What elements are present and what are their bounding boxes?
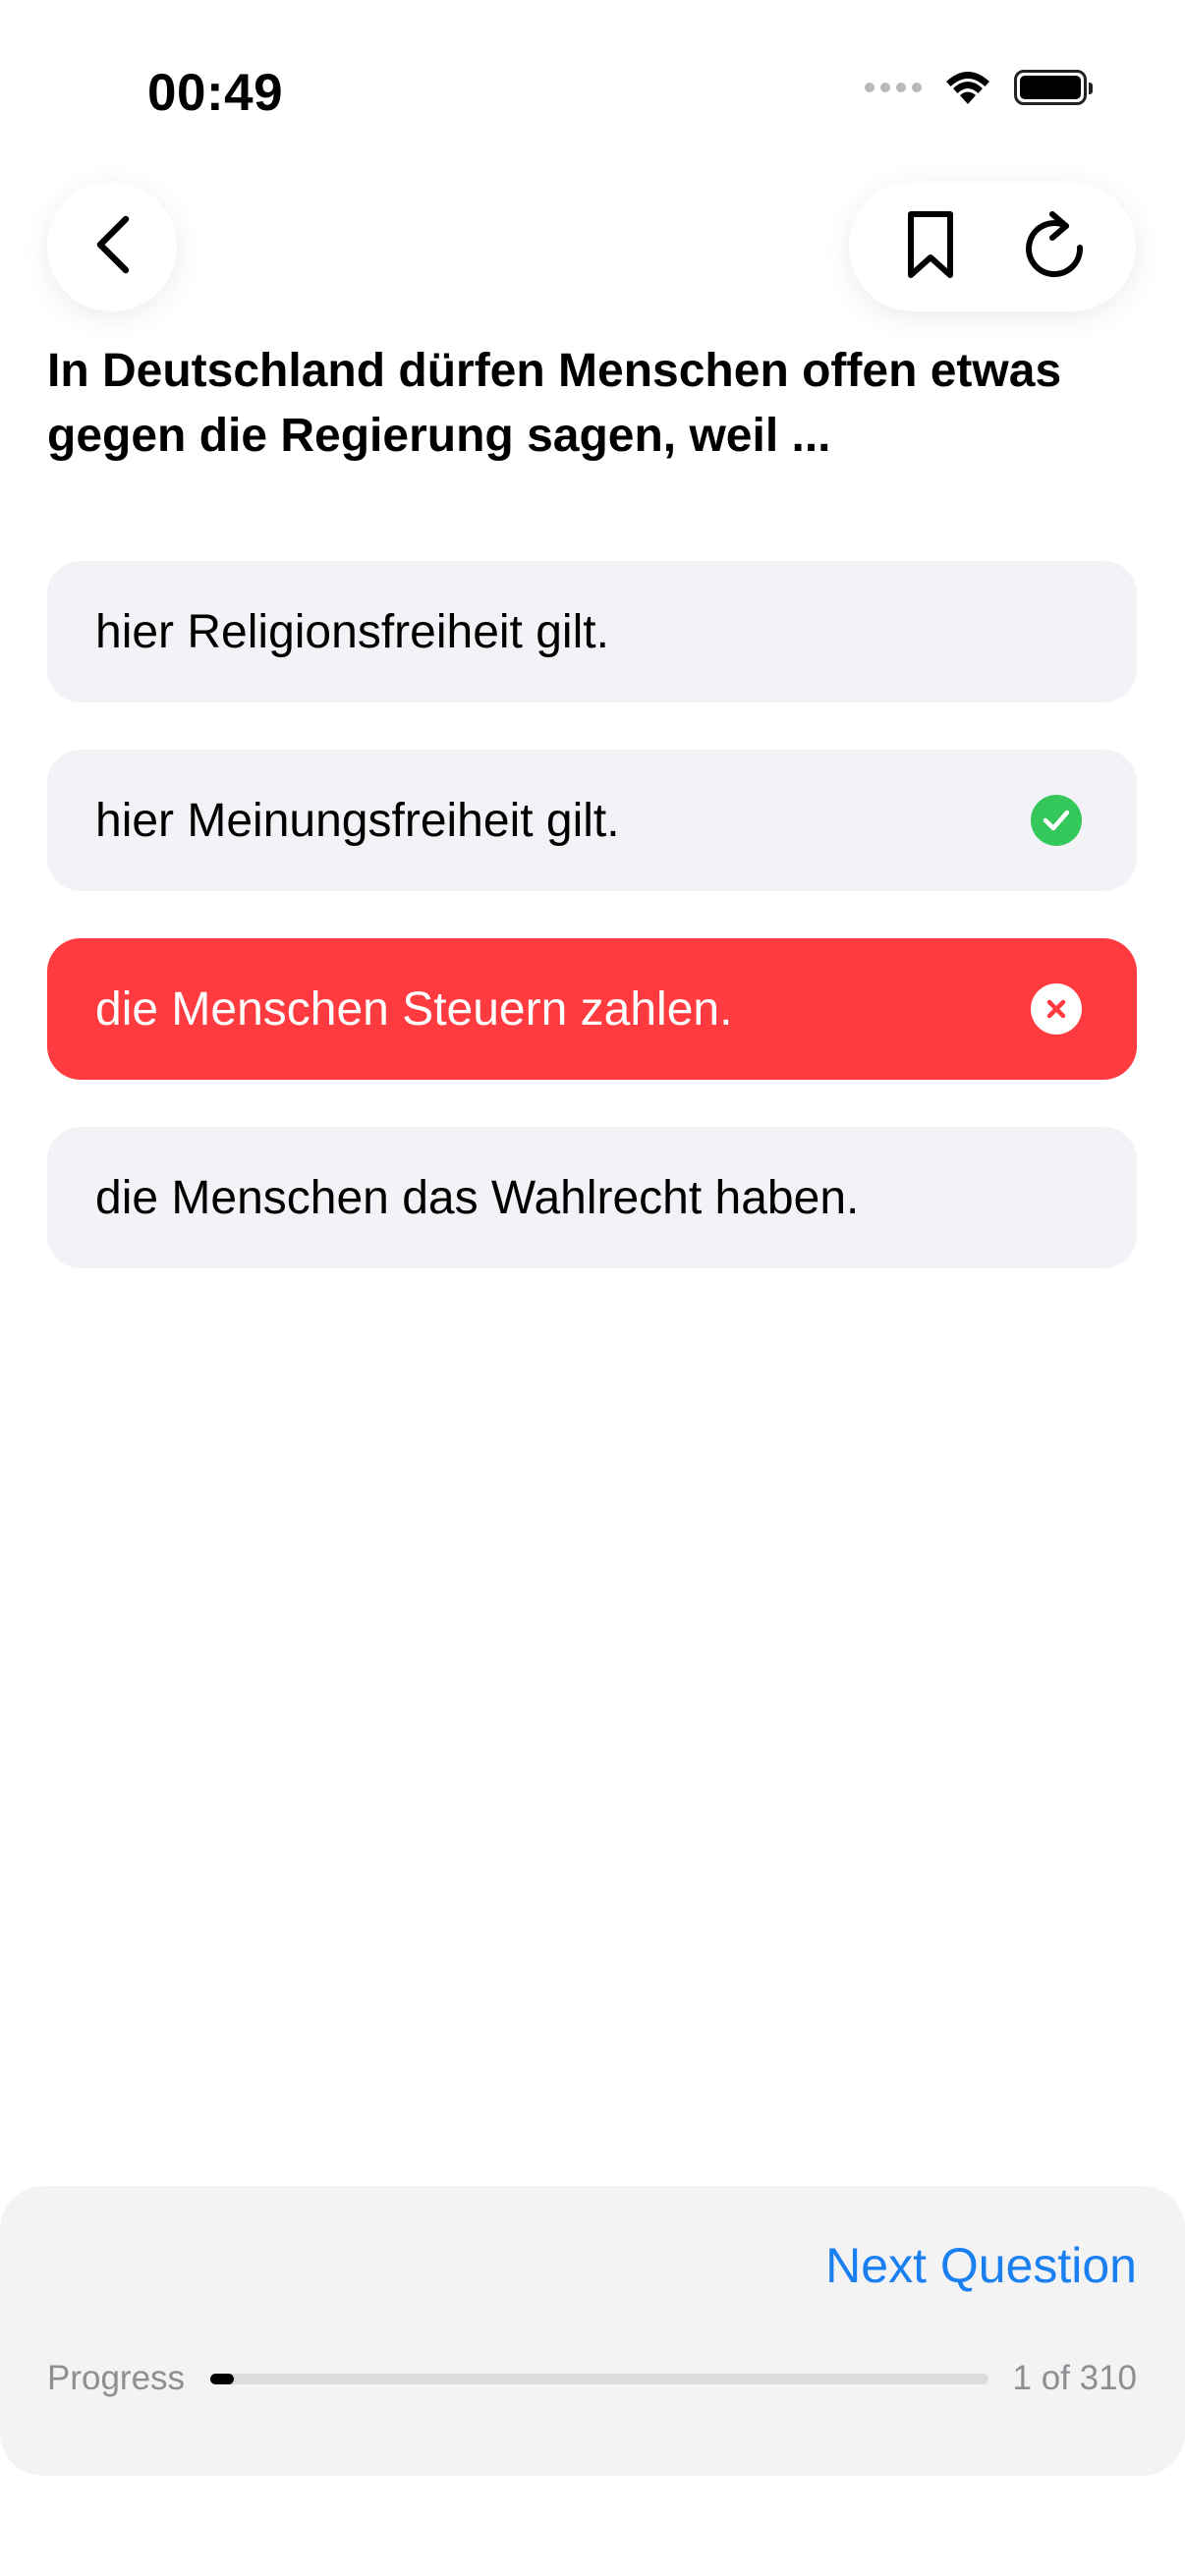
bookmark-button[interactable]: [876, 193, 985, 301]
wifi-icon: [943, 69, 992, 106]
progress-row: Progress 1 of 310: [47, 2359, 1137, 2398]
answer-option-1[interactable]: hier Religionsfreiheit gilt.: [47, 561, 1137, 702]
home-indicator-area: [0, 2476, 1185, 2576]
progress-count: 1 of 310: [1012, 2359, 1138, 2397]
answer-list: hier Religionsfreiheit gilt. hier Meinun…: [47, 561, 1137, 1268]
cellular-signal-icon: [865, 83, 922, 92]
progress-bar-fill: [210, 2373, 235, 2384]
status-time: 00:49: [147, 64, 284, 122]
question-text: In Deutschland dürfen Menschen offen etw…: [47, 345, 1062, 462]
answer-label: die Menschen das Wahlrecht haben.: [95, 1171, 860, 1224]
bookmark-icon: [905, 208, 956, 286]
checkmark-circle-icon: [1031, 795, 1082, 846]
bottom-panel: Next Question Progress 1 of 310: [0, 2186, 1185, 2476]
answer-option-2[interactable]: hier Meinungsfreiheit gilt.: [47, 750, 1137, 891]
x-circle-icon: [1031, 983, 1082, 1035]
back-button[interactable]: [47, 182, 177, 311]
answer-label: die Menschen Steuern zahlen.: [95, 982, 733, 1036]
next-question-button[interactable]: Next Question: [825, 2237, 1137, 2294]
answer-option-4[interactable]: die Menschen das Wahlrecht haben.: [47, 1127, 1137, 1268]
chevron-left-icon: [90, 213, 134, 281]
answer-option-3[interactable]: die Menschen Steuern zahlen.: [47, 938, 1137, 1080]
status-icons: [865, 69, 1093, 106]
answer-label: hier Meinungsfreiheit gilt.: [95, 794, 620, 847]
progress-label: Progress: [47, 2359, 186, 2397]
question-actions: [849, 182, 1136, 311]
battery-icon: [1014, 70, 1093, 105]
rotate-cw-icon: [1023, 208, 1086, 286]
restart-button[interactable]: [1000, 193, 1108, 301]
answer-label: hier Religionsfreiheit gilt.: [95, 605, 609, 658]
progress-bar: [210, 2373, 988, 2384]
